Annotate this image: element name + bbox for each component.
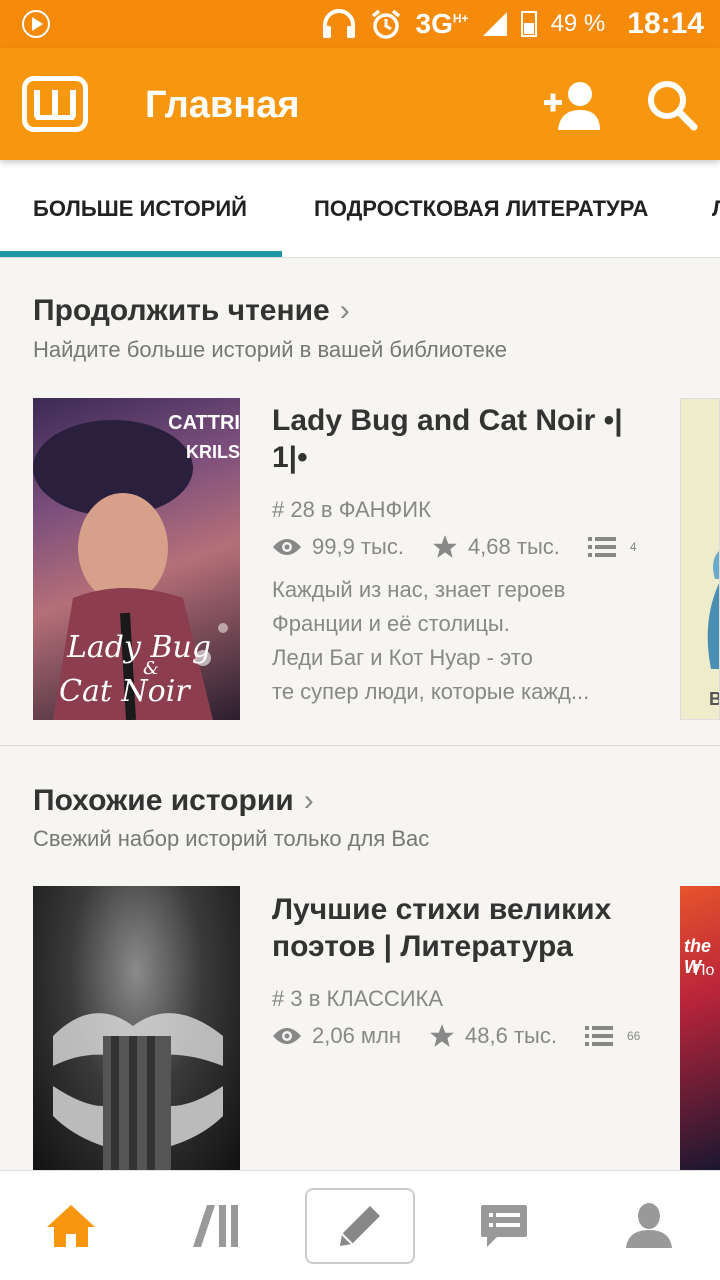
add-user-button[interactable] — [540, 78, 604, 134]
story-title[interactable]: Lady Bug and Cat Noir •| 1|• — [272, 402, 632, 476]
cover-title-script-3: Cat Noir — [59, 674, 190, 709]
section-divider — [0, 745, 720, 746]
library-icon — [193, 1205, 238, 1247]
views-count: 2,06 млн — [312, 1023, 402, 1048]
story-stats: 99,9 тыс. 4,68 тыс. 4 — [272, 534, 637, 560]
clock: 18:14 — [627, 7, 704, 40]
battery-percent: 49 % — [550, 10, 606, 37]
section-subtitle: Найдите больше историй в вашей библиотек… — [33, 337, 507, 362]
tab-teen-fiction[interactable]: ПОДРОСТКОВАЯ ЛИТЕРАТУРА — [314, 160, 648, 257]
story-rank: # 3 в КЛАССИКА — [272, 986, 444, 1011]
profile-icon — [626, 1203, 672, 1248]
description-line: Леди Баг и Кот Нуар - это — [272, 645, 533, 670]
cover-author-text-2: KRILS — [186, 442, 240, 462]
next-story-cover[interactable]: the W По — [680, 886, 720, 1170]
nav-library[interactable] — [161, 1171, 271, 1280]
parts-list-icon — [584, 1026, 613, 1046]
views-count: 99,9 тыс. — [312, 534, 404, 559]
story-title[interactable]: Лучшие стихи великих поэтов | Литература — [272, 891, 632, 965]
section-subtitle: Свежий набор историй только для Вас — [33, 826, 430, 851]
tab-more-stories[interactable]: БОЛЬШЕ ИСТОРИЙ — [33, 160, 247, 257]
chevron-right-icon: › — [303, 784, 314, 817]
story-title-line-1: Лучшие стихи великих — [272, 893, 612, 926]
alarm-icon — [371, 9, 400, 39]
tab-next[interactable]: Л — [712, 160, 720, 257]
nav-profile[interactable] — [594, 1171, 704, 1280]
search-icon — [648, 81, 698, 131]
cover-title-script-1: Lady Bug — [67, 630, 212, 665]
story-title-line-2: поэтов | Литература — [272, 930, 573, 963]
votes-count: 4,68 тыс. — [467, 534, 560, 559]
signal-icon — [482, 12, 507, 36]
nav-messages[interactable] — [449, 1171, 559, 1280]
messages-icon — [481, 1205, 527, 1247]
description-line: те супер люди, которые кажд... — [272, 679, 590, 704]
star-icon — [433, 535, 457, 558]
section-title: Продолжить чтение — [33, 294, 330, 327]
eye-icon — [273, 539, 301, 555]
eye-icon — [273, 1028, 301, 1044]
search-button[interactable] — [642, 76, 702, 136]
description-line: Франции и её столицы. — [272, 611, 510, 636]
battery-icon — [520, 11, 537, 37]
nav-home[interactable] — [16, 1171, 126, 1280]
cover-art — [707, 550, 719, 669]
headphones-icon — [322, 9, 355, 38]
parts-count: 4 — [629, 540, 637, 554]
story-cover[interactable] — [33, 886, 240, 1170]
add-user-icon — [544, 82, 600, 130]
cover-text: В — [709, 689, 719, 710]
bottom-navigation — [0, 1170, 720, 1280]
network-type: 3GH+ — [415, 8, 469, 39]
story-rank: # 28 в ФАНФИК — [272, 497, 431, 522]
nav-write[interactable] — [305, 1188, 415, 1264]
section-continue-reading[interactable]: Продолжить чтение › — [33, 294, 350, 328]
story-title-line-1: Lady Bug and Cat Noir •| — [272, 404, 623, 437]
page-title: Главная — [145, 84, 300, 126]
category-tabs: БОЛЬШЕ ИСТОРИЙ ПОДРОСТКОВАЯ ЛИТЕРАТУРА Л — [0, 160, 720, 258]
status-bar: 3GH+ 49 % 18:14 — [0, 0, 720, 48]
story-description: Каждый из нас, знает героев Франции и её… — [272, 573, 642, 709]
chevron-right-icon: › — [339, 294, 350, 327]
votes-count: 48,6 тыс. — [465, 1023, 557, 1048]
home-icon — [47, 1205, 95, 1247]
story-stats: 2,06 млн 48,6 тыс. 66 — [272, 1023, 640, 1049]
section-similar-stories[interactable]: Похожие истории › — [33, 784, 314, 818]
story-cover[interactable]: CATTRI KRILS Lady Bug & Cat Noir — [33, 398, 240, 720]
wattpad-logo-icon[interactable] — [22, 76, 88, 132]
parts-count: 66 — [626, 1029, 641, 1043]
section-title: Похожие истории — [33, 784, 294, 817]
cover-text-2: По — [694, 962, 715, 979]
star-icon — [430, 1024, 454, 1047]
cover-author-text: CATTRI — [168, 412, 240, 434]
next-story-cover[interactable]: В — [680, 398, 720, 720]
app-bar: Главная — [0, 48, 720, 160]
parts-list-icon — [587, 537, 616, 557]
story-title-line-2: 1|• — [272, 441, 308, 474]
active-tab-indicator — [0, 251, 282, 257]
description-line: Каждый из нас, знает героев — [272, 577, 566, 602]
cover-art — [53, 1013, 223, 1170]
media-play-icon — [22, 10, 50, 38]
write-icon — [340, 1206, 380, 1246]
